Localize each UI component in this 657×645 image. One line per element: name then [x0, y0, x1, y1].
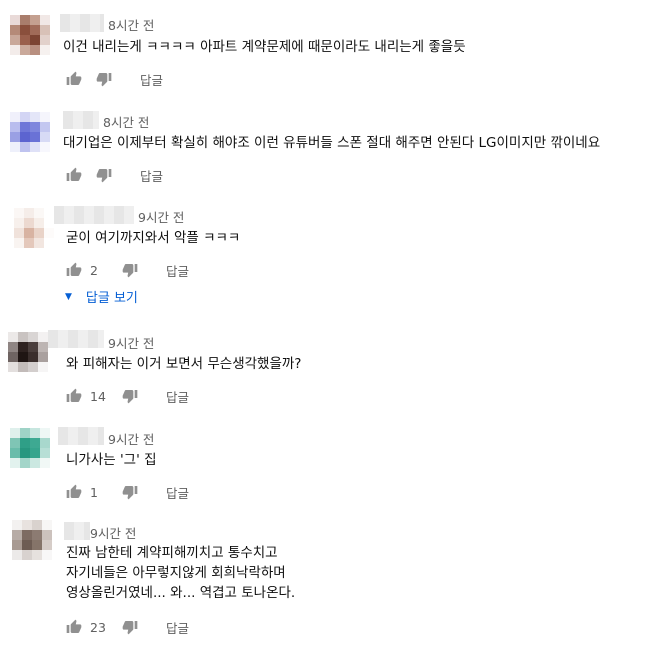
avatar-pixel	[22, 550, 32, 560]
comment-timestamp[interactable]: 9시간 전	[90, 523, 136, 542]
avatar-pixel	[22, 540, 32, 550]
thumbs-down-icon[interactable]	[122, 619, 138, 635]
avatar-pixel	[42, 530, 52, 540]
avatar-pixel	[42, 550, 52, 560]
avatar-pixel	[42, 520, 52, 530]
comment: 9시간 전 진짜 남한테 계약피해끼치고 통수치고 자기네들은 아무렇지않게 회…	[0, 0, 657, 645]
comment-text-line: 자기네들은 아무렇지않게 회희낙락하며	[66, 565, 286, 581]
author-name[interactable]	[64, 522, 90, 540]
avatar-pixel	[22, 520, 32, 530]
avatar-pixel	[22, 530, 32, 540]
avatar-pixel	[12, 540, 22, 550]
avatar-pixel	[42, 540, 52, 550]
comment-text-line: 진짜 남한테 계약피해끼치고 통수치고	[66, 545, 278, 561]
like-count: 23	[90, 619, 106, 635]
comment-text-line: 영상올린거였네... 와... 역겹고 토나온다.	[66, 585, 296, 601]
comment-actions: 23 답글	[66, 617, 189, 637]
comment-text: 진짜 남한테 계약피해끼치고 통수치고 자기네들은 아무렇지않게 회희낙락하며 …	[66, 543, 295, 603]
avatar-pixel	[12, 530, 22, 540]
avatar-pixel	[32, 520, 42, 530]
avatar[interactable]	[12, 520, 52, 560]
avatar-pixel	[32, 550, 42, 560]
avatar-pixel	[32, 540, 42, 550]
avatar-pixel	[32, 530, 42, 540]
thumbs-up-icon[interactable]	[66, 619, 82, 635]
avatar-pixel	[12, 550, 22, 560]
avatar-pixel	[12, 520, 22, 530]
reply-button[interactable]: 답글	[166, 618, 189, 637]
